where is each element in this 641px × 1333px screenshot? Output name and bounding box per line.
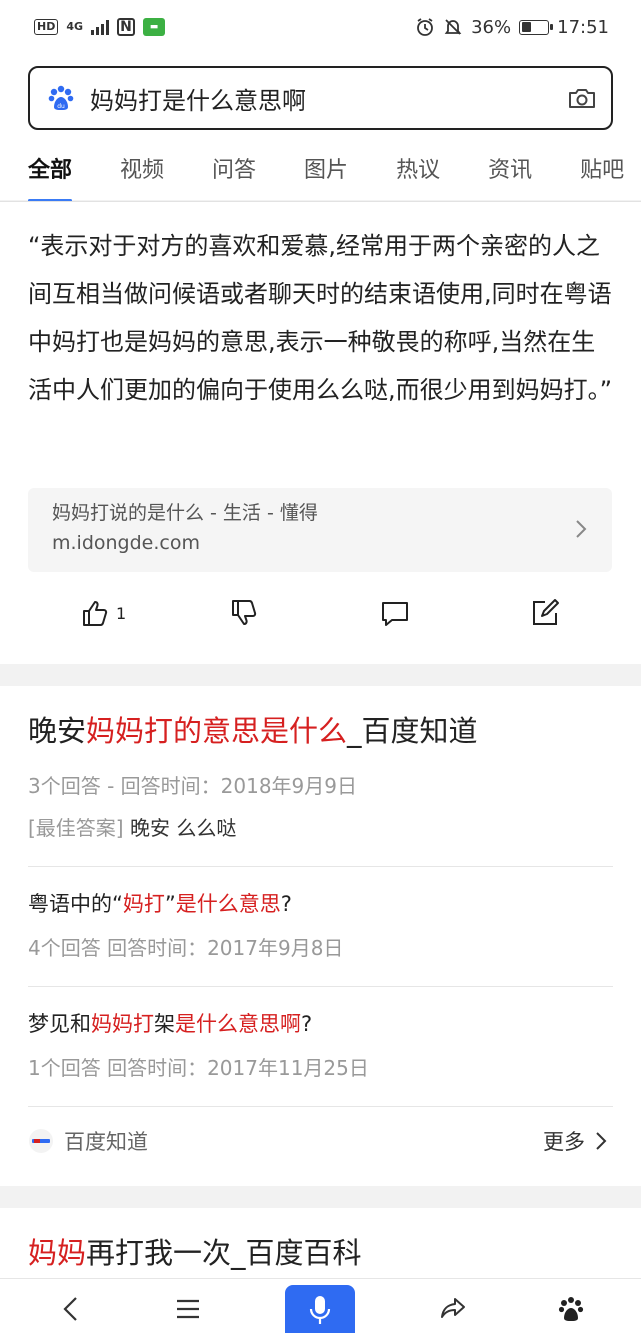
voice-search-button[interactable] bbox=[285, 1285, 355, 1333]
menu-icon bbox=[177, 1299, 199, 1319]
answer-quote: “表示对于对方的喜欢和爱慕,经常用于两个亲密的人之间互相当做问候语或者聊天时的结… bbox=[28, 232, 613, 404]
tab-all[interactable]: 全部 bbox=[28, 140, 73, 201]
best-answer-label: [最佳答案] bbox=[28, 816, 124, 840]
text-highlight: 妈打 bbox=[122, 892, 165, 916]
bottom-navigation bbox=[0, 1278, 641, 1333]
text-part: 梦见和 bbox=[28, 1012, 91, 1036]
related-question-meta: 1个回答 回答时间：2017年11月25日 bbox=[28, 1056, 369, 1080]
answer-source-link[interactable]: 妈妈打说的是什么 - 生活 - 懂得 m.idongde.com bbox=[28, 488, 612, 572]
related-question-link[interactable]: 粤语中的“妈打”是什么意思? bbox=[28, 888, 292, 918]
tab-video[interactable]: 视频 bbox=[120, 140, 164, 201]
title-highlight: 妈妈打的意思是什么 bbox=[86, 714, 348, 748]
search-box[interactable]: du 妈妈打是什么意思啊 bbox=[28, 66, 613, 130]
baidu-home-icon bbox=[558, 1297, 584, 1321]
source-title: 妈妈打说的是什么 - 生活 - 懂得 bbox=[52, 502, 318, 524]
edit-icon bbox=[533, 599, 559, 625]
text-highlight: 是什么意思啊 bbox=[175, 1012, 301, 1036]
title-highlight: 妈妈 bbox=[28, 1236, 87, 1270]
dislike-button[interactable] bbox=[229, 598, 259, 628]
comment-icon bbox=[382, 602, 408, 626]
mic-icon bbox=[309, 1295, 331, 1324]
text-part: ? bbox=[301, 1012, 313, 1036]
best-answer-text: 晚安 么么哒 bbox=[123, 816, 237, 840]
clock: 17:51 bbox=[557, 16, 609, 38]
divider bbox=[28, 866, 613, 867]
battery-percent: 36% bbox=[471, 16, 512, 38]
title-part: _百度知道 bbox=[347, 714, 478, 748]
alarm-icon bbox=[417, 18, 434, 36]
back-button[interactable] bbox=[52, 1289, 92, 1329]
nfc-icon: N bbox=[117, 18, 136, 36]
chevron-right-icon bbox=[596, 1132, 607, 1150]
signal-icon bbox=[91, 19, 110, 35]
divider bbox=[28, 1106, 613, 1107]
text-highlight: 妈妈打 bbox=[91, 1012, 154, 1036]
text-highlight: 是什么意思 bbox=[175, 892, 281, 916]
tab-tieba[interactable]: 贴吧 bbox=[580, 140, 624, 201]
comment-button[interactable] bbox=[380, 598, 410, 628]
baidu-zhidao-logo-icon bbox=[29, 1129, 53, 1153]
text-part: ? bbox=[280, 892, 292, 916]
baike-result-card: 妈妈再打我一次_百度百科 bbox=[0, 1208, 641, 1288]
related-question-meta: 4个回答 回答时间：2017年9月8日 bbox=[28, 936, 344, 960]
zhidao-result-card: 晚安妈妈打的意思是什么_百度知道 3个回答 - 回答时间：2018年9月9日 [… bbox=[0, 686, 641, 1186]
result-title-link[interactable]: 晚安妈妈打的意思是什么_百度知道 bbox=[28, 708, 478, 750]
answer-actions: 1 bbox=[0, 598, 641, 644]
title-part: 晚安 bbox=[28, 714, 87, 748]
app-notification-icon: ▬ bbox=[143, 18, 166, 36]
like-count: 1 bbox=[116, 603, 127, 623]
title-part: 再打我一次_百度百科 bbox=[86, 1236, 362, 1270]
network-type: 4G bbox=[66, 20, 84, 33]
tab-qa[interactable]: 问答 bbox=[212, 140, 256, 201]
mute-bell-icon bbox=[444, 19, 462, 35]
text-part: 架 bbox=[154, 1012, 175, 1036]
text-part: ” bbox=[164, 892, 176, 916]
thumbs-down-icon bbox=[232, 600, 257, 625]
source-url: m.idongde.com bbox=[52, 532, 200, 554]
more-button[interactable]: 更多 bbox=[543, 1126, 607, 1156]
camera-icon[interactable] bbox=[567, 83, 597, 113]
best-answer[interactable]: [最佳答案] 晚安 么么哒 bbox=[28, 812, 236, 841]
chevron-right-icon bbox=[576, 520, 587, 538]
svg-text:du: du bbox=[57, 103, 65, 110]
battery-icon bbox=[519, 19, 554, 35]
status-bar: HD 4G N ▬ 36% 17:51 bbox=[0, 0, 641, 54]
result-meta: 3个回答 - 回答时间：2018年9月9日 bbox=[28, 774, 358, 798]
result-title-link[interactable]: 妈妈再打我一次_百度百科 bbox=[28, 1230, 362, 1272]
like-button[interactable]: 1 bbox=[80, 598, 126, 628]
tab-images[interactable]: 图片 bbox=[304, 140, 348, 201]
answer-card: “表示对于对方的喜欢和爱慕,经常用于两个亲密的人之间互相当做问候语或者聊天时的结… bbox=[0, 202, 641, 664]
back-icon bbox=[63, 1297, 77, 1321]
related-question-link[interactable]: 梦见和妈妈打架是什么意思啊? bbox=[28, 1008, 312, 1038]
source-site[interactable]: 百度知道 bbox=[28, 1126, 148, 1156]
text-part: 粤语中的“ bbox=[28, 892, 123, 916]
search-tabs: 全部 视频 问答 图片 热议 资讯 贴吧 bbox=[0, 140, 641, 202]
menu-button[interactable] bbox=[168, 1289, 208, 1329]
share-icon bbox=[441, 1298, 465, 1318]
hd-indicator: HD bbox=[34, 19, 59, 35]
edit-button[interactable] bbox=[530, 598, 560, 628]
share-button[interactable] bbox=[433, 1289, 473, 1329]
tab-trending[interactable]: 热议 bbox=[396, 140, 440, 201]
baidu-paw-icon: du bbox=[48, 85, 74, 110]
divider bbox=[28, 986, 613, 987]
thumbs-up-icon bbox=[83, 601, 108, 626]
baidu-home-button[interactable] bbox=[551, 1289, 591, 1329]
tab-news[interactable]: 资讯 bbox=[488, 140, 532, 201]
source-site-name: 百度知道 bbox=[64, 1130, 148, 1154]
search-input[interactable]: 妈妈打是什么意思啊 bbox=[90, 81, 567, 116]
more-label: 更多 bbox=[543, 1130, 585, 1154]
